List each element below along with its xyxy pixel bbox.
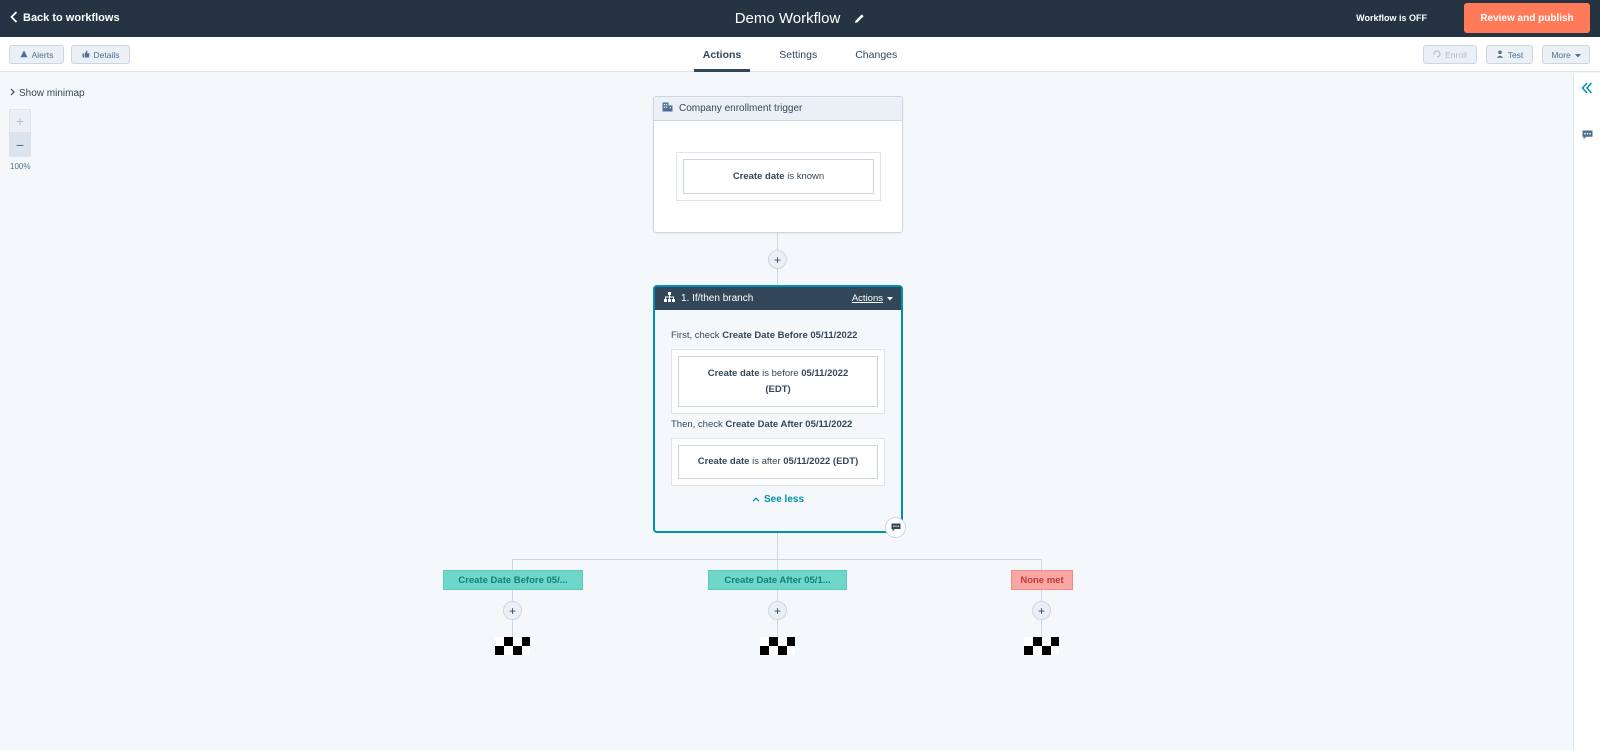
tab-changes-label: Changes bbox=[855, 48, 898, 61]
zoom-in-button[interactable]: + bbox=[9, 109, 31, 133]
trigger-header: Company enrollment trigger bbox=[654, 97, 902, 121]
double-chevron-left-icon[interactable] bbox=[1581, 81, 1593, 99]
warning-icon bbox=[20, 50, 28, 60]
alerts-label: Alerts bbox=[31, 49, 54, 60]
details-label: Details bbox=[93, 49, 120, 60]
first-check-name: Create Date Before 05/11/2022 bbox=[722, 330, 858, 341]
tab-actions-label: Actions bbox=[702, 48, 742, 61]
condition-property: Create date bbox=[707, 367, 760, 379]
comment-icon bbox=[891, 519, 901, 537]
trigger-condition: Create date is known bbox=[683, 159, 874, 194]
first-condition: Create date is before 05/11/2022 (EDT) bbox=[678, 356, 878, 407]
branch-actions-dropdown[interactable]: Actions bbox=[852, 287, 893, 310]
condition-timezone: (EDT) bbox=[765, 383, 791, 395]
then-check-label: Then, check Create Date After 05/11/2022 bbox=[671, 419, 852, 430]
tab-actions[interactable]: Actions bbox=[684, 37, 761, 72]
end-flag-icon bbox=[1024, 637, 1059, 660]
tab-settings-label: Settings bbox=[779, 48, 818, 61]
then-check-name: Create Date After 05/11/2022 bbox=[725, 419, 853, 430]
branch-actions-label: Actions bbox=[851, 293, 883, 304]
then-check-prefix: Then, check bbox=[671, 419, 723, 430]
refresh-icon bbox=[1433, 49, 1441, 60]
review-and-publish-button[interactable]: Review and publish bbox=[1464, 3, 1590, 33]
end-flag-icon bbox=[760, 637, 795, 660]
trigger-title: Company enrollment trigger bbox=[679, 103, 803, 114]
trigger-filter-group: Create date is known bbox=[676, 152, 881, 201]
chevron-up-icon bbox=[752, 494, 760, 505]
chevron-left-icon bbox=[10, 10, 18, 26]
pencil-icon[interactable] bbox=[854, 13, 865, 24]
branch-label-before[interactable]: Create Date Before 05/... bbox=[443, 570, 583, 590]
sub-toolbar: Alerts Details Actions Settings Changes … bbox=[0, 37, 1600, 72]
zoom-level: 100% bbox=[10, 162, 31, 171]
then-condition: Create date is after 05/11/2022 (EDT) bbox=[678, 445, 878, 479]
first-check-prefix: First, check bbox=[671, 330, 720, 341]
show-minimap-toggle[interactable]: Show minimap bbox=[10, 88, 85, 99]
card-comment-button[interactable] bbox=[885, 517, 906, 538]
branch-icon bbox=[664, 292, 675, 305]
tab-changes[interactable]: Changes bbox=[836, 37, 916, 72]
condition-operator: is known bbox=[787, 170, 825, 182]
tab-settings[interactable]: Settings bbox=[760, 37, 836, 72]
tab-bar: Actions Settings Changes bbox=[0, 37, 1600, 72]
add-action-button[interactable]: + bbox=[1032, 601, 1051, 620]
branch-header: 1. If/then branch Actions bbox=[655, 287, 901, 310]
chevron-right-icon bbox=[10, 88, 15, 99]
building-icon bbox=[662, 102, 673, 115]
see-less-button[interactable]: See less bbox=[655, 494, 901, 505]
condition-value: 05/11/2022 (EDT) bbox=[783, 456, 859, 467]
test-label: Test bbox=[1507, 49, 1524, 60]
workflow-status: Workflow is OFF bbox=[1356, 13, 1427, 23]
back-to-workflows-label: Back to workflows bbox=[23, 12, 120, 24]
branch-connector-line bbox=[512, 559, 1042, 560]
condition-property: Create date bbox=[697, 456, 750, 467]
condition-property: Create date bbox=[732, 170, 785, 182]
condition-value: 05/11/2022 bbox=[801, 367, 849, 379]
more-label: More bbox=[1551, 49, 1571, 60]
show-minimap-label: Show minimap bbox=[19, 88, 85, 99]
add-action-button[interactable]: + bbox=[768, 250, 787, 269]
right-rail bbox=[1573, 73, 1600, 750]
enroll-button[interactable]: Enroll bbox=[1423, 45, 1477, 64]
see-less-label: See less bbox=[763, 494, 805, 505]
alerts-button[interactable]: Alerts bbox=[9, 45, 64, 64]
condition-operator: is before bbox=[762, 367, 799, 379]
enrollment-trigger-card[interactable]: Company enrollment trigger Create date i… bbox=[653, 96, 903, 233]
workflow-title[interactable]: Demo Workflow bbox=[735, 10, 841, 27]
more-dropdown[interactable]: More bbox=[1542, 45, 1590, 64]
then-filter-group: Create date is after 05/11/2022 (EDT) bbox=[671, 438, 885, 486]
first-check-label: First, check Create Date Before 05/11/20… bbox=[671, 330, 857, 341]
caret-down-icon bbox=[887, 293, 893, 304]
add-action-button[interactable]: + bbox=[503, 601, 522, 620]
if-then-branch-card[interactable]: 1. If/then branch Actions First, check C… bbox=[653, 285, 903, 533]
test-button[interactable]: Test bbox=[1486, 45, 1533, 64]
enroll-label: Enroll bbox=[1445, 49, 1467, 60]
user-icon bbox=[1496, 50, 1504, 60]
top-bar: Back to workflows Demo Workflow Workflow… bbox=[0, 0, 1600, 37]
branch-label-none-met[interactable]: None met bbox=[1011, 570, 1073, 590]
condition-operator: is after bbox=[752, 456, 781, 467]
branch-title: 1. If/then branch bbox=[681, 293, 754, 304]
first-filter-group: Create date is before 05/11/2022 (EDT) bbox=[671, 349, 885, 414]
comment-icon[interactable] bbox=[1582, 127, 1593, 145]
end-flag-icon bbox=[495, 637, 530, 660]
branch-label-after[interactable]: Create Date After 05/1... bbox=[708, 570, 847, 590]
add-action-button[interactable]: + bbox=[768, 601, 787, 620]
thumbs-up-icon bbox=[82, 50, 90, 60]
caret-down-icon bbox=[1574, 50, 1581, 60]
zoom-out-button[interactable]: − bbox=[9, 133, 31, 157]
details-button[interactable]: Details bbox=[71, 45, 130, 64]
back-to-workflows-link[interactable]: Back to workflows bbox=[10, 0, 120, 36]
